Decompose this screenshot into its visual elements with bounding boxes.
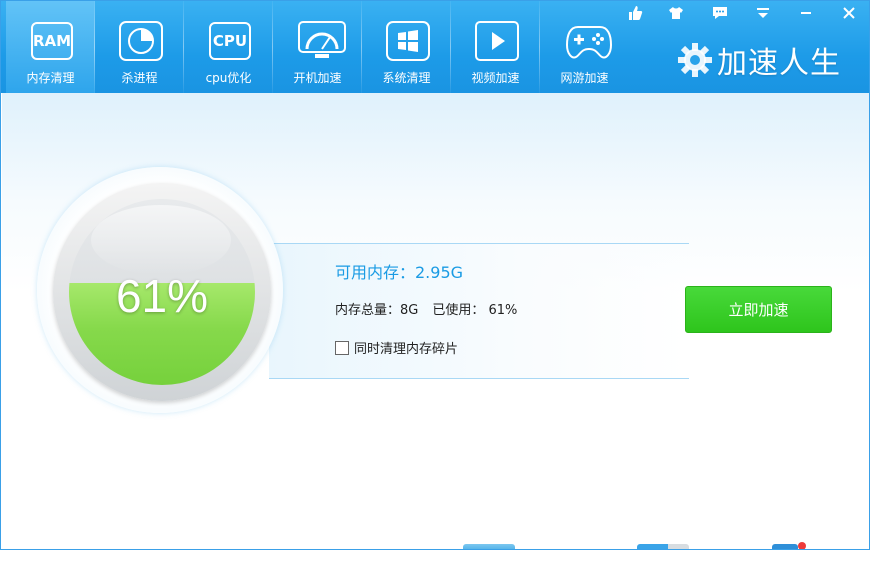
brand-name: 加速人生	[717, 46, 841, 81]
gear-logo-icon	[678, 43, 712, 77]
clean-fragments-option[interactable]: 同时清理内存碎片	[335, 338, 458, 357]
app-window: RAM 内存清理 杀进程 CPU cpu优化 开机加速 系统清理 视频加速 网游…	[0, 0, 870, 550]
memory-usage-percent: 61%	[115, 270, 209, 322]
cpu-icon-text: CPU	[209, 22, 251, 60]
feedback-icon[interactable]	[700, 1, 740, 25]
pie-chart-icon	[119, 21, 163, 61]
main-nav: RAM 内存清理 杀进程 CPU cpu优化 开机加速 系统清理 视频加速 网游…	[6, 1, 629, 93]
memory-gauge: 61%	[53, 183, 271, 401]
nav-item-label: 杀进程	[121, 71, 158, 85]
bottom-toggle[interactable]	[637, 544, 689, 549]
play-icon	[475, 21, 519, 61]
menu-icon[interactable]	[743, 1, 783, 25]
memory-gauge-inner: 61%	[69, 199, 255, 385]
skin-icon[interactable]	[656, 1, 696, 25]
like-icon[interactable]	[615, 1, 655, 25]
clean-fragments-label: 同时清理内存碎片	[354, 342, 459, 357]
total-memory: 内存总量：8G	[335, 303, 419, 318]
bottom-tab[interactable]	[463, 544, 515, 549]
ram-icon-text: RAM	[31, 22, 73, 60]
nav-item-label: 系统清理	[382, 71, 431, 85]
nav-item-video-speedup[interactable]: 视频加速	[451, 1, 540, 93]
nav-item-system-clean[interactable]: 系统清理	[362, 1, 451, 93]
nav-item-label: 内存清理	[26, 71, 75, 85]
nav-item-cpu-optimize[interactable]: CPU cpu优化	[184, 1, 273, 93]
close-icon[interactable]	[829, 1, 869, 25]
nav-item-label: 网游加速	[560, 71, 609, 85]
top-toolbar: RAM 内存清理 杀进程 CPU cpu优化 开机加速 系统清理 视频加速 网游…	[1, 1, 869, 93]
gamepad-icon	[564, 21, 613, 61]
accelerate-now-button[interactable]: 立即加速	[685, 286, 832, 333]
minimize-icon[interactable]	[786, 1, 826, 25]
nav-item-label: cpu优化	[205, 71, 252, 85]
nav-item-boot-speedup[interactable]: 开机加速	[273, 1, 362, 93]
memory-stats: 内存总量：8G 已使用： 61%	[335, 299, 517, 318]
available-memory: 可用内存：2.95G	[335, 263, 464, 282]
toolbox-icon[interactable]	[772, 544, 798, 549]
nav-item-memory-clean[interactable]: RAM 内存清理	[6, 1, 95, 93]
brand-logo: 加速人生	[677, 38, 841, 82]
speedometer-icon	[297, 21, 346, 61]
ram-icon: RAM	[30, 21, 74, 61]
used-memory: 已使用： 61%	[432, 303, 518, 318]
nav-item-label: 视频加速	[471, 71, 520, 85]
nav-item-kill-process[interactable]: 杀进程	[95, 1, 184, 93]
clean-fragments-checkbox[interactable]	[335, 340, 349, 355]
cpu-icon: CPU	[208, 21, 252, 61]
nav-item-label: 开机加速	[293, 71, 342, 85]
windows-icon	[386, 21, 430, 61]
notification-dot	[798, 542, 806, 549]
